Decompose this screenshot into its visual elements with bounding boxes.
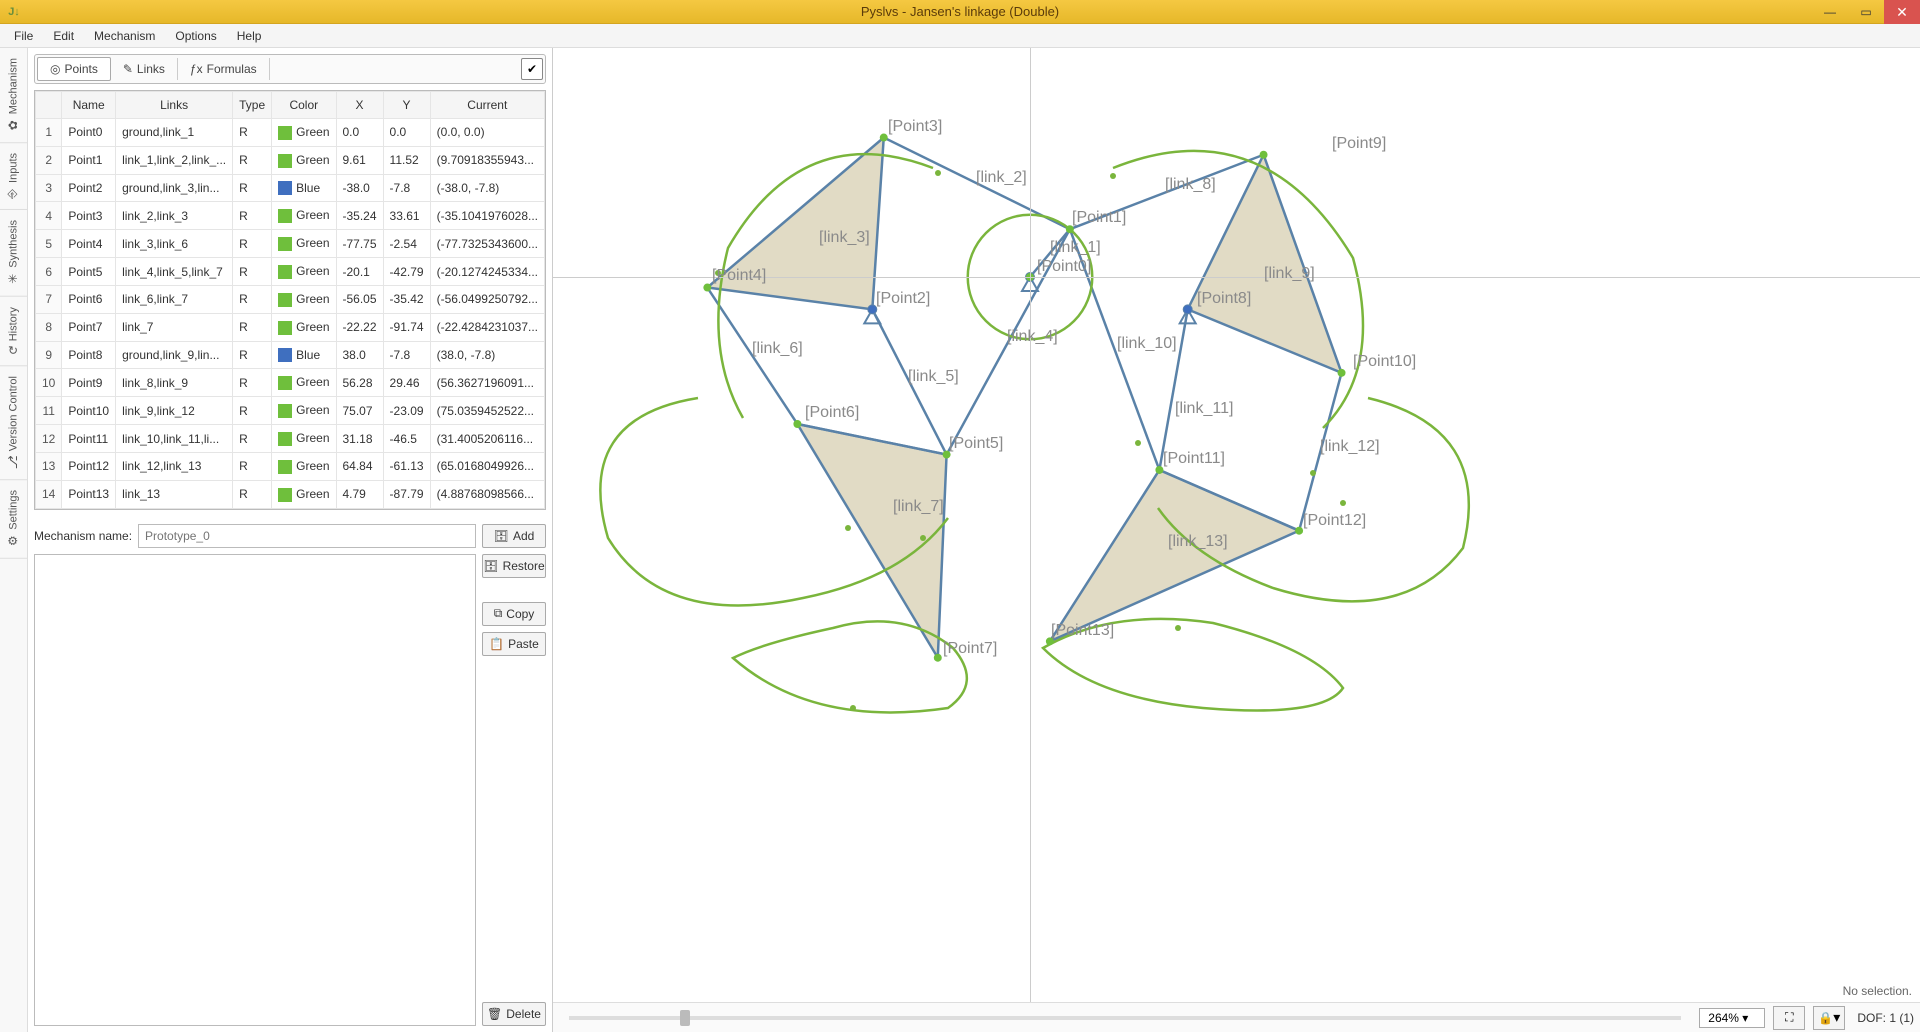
table-row[interactable]: 1Point0ground,link_1RGreen0.00.0(0.0, 0.… [36, 119, 545, 147]
maximize-button[interactable]: ▭ [1848, 0, 1884, 24]
window-controls: — ▭ ✕ [1812, 0, 1920, 24]
status-bar: 264% ▾ ⛶ 🔒▾ DOF: 1 (1) [553, 1002, 1920, 1032]
minimize-button[interactable]: — [1812, 0, 1848, 24]
menu-options[interactable]: Options [165, 26, 226, 46]
canvas-area: [Point0][Point1][Point2][Point3][Point4]… [553, 48, 1920, 1032]
mechanism-canvas[interactable]: [Point0][Point1][Point2][Point3][Point4]… [553, 48, 1920, 1002]
rail-history[interactable]: ↻History [0, 297, 27, 366]
left-rail: ✿Mechanism⎆Inputs✳Synthesis↻History⎇Vers… [0, 48, 28, 1032]
add-button[interactable]: 🗄Add [482, 524, 546, 548]
rail-settings[interactable]: ⚙Settings [0, 480, 27, 559]
app-icon: J↓ [6, 4, 22, 20]
table-row[interactable]: 6Point5link_4,link_5,link_7RGreen-20.1-4… [36, 258, 545, 286]
fit-view-button[interactable]: ⛶ [1773, 1006, 1805, 1030]
lock-icon: 🔒 [1818, 1011, 1833, 1025]
col-x[interactable]: X [336, 92, 383, 119]
mechanism-name-label: Mechanism name: [34, 529, 132, 543]
table-row[interactable]: 8Point7link_7RGreen-22.22-91.74(-22.4284… [36, 313, 545, 341]
restore-icon: 🗄 [483, 559, 498, 573]
expand-icon: ⛶ [1785, 1010, 1793, 1025]
table-row[interactable]: 11Point10link_9,link_12RGreen75.07-23.09… [36, 397, 545, 425]
table-row[interactable]: 3Point2ground,link_3,lin...RBlue-38.0-7.… [36, 174, 545, 202]
col-links[interactable]: Links [116, 92, 233, 119]
table-row[interactable]: 5Point4link_3,link_6RGreen-77.75-2.54(-7… [36, 230, 545, 258]
left-panel: ◎Points✎LinksƒxFormulas ✔ NameLinksTypeCo… [28, 48, 553, 1032]
mechanism-name-input[interactable] [138, 524, 476, 548]
menu-bar: FileEditMechanismOptionsHelp [0, 24, 1920, 48]
table-row[interactable]: 14Point13link_13RGreen4.79-87.79(4.88768… [36, 480, 545, 508]
table-row[interactable]: 7Point6link_6,link_7RGreen-56.05-35.42(-… [36, 285, 545, 313]
points-table[interactable]: NameLinksTypeColorXYCurrent 1Point0groun… [35, 91, 545, 509]
copy-icon: ⧉ [494, 606, 503, 621]
panel-tabs: ◎Points✎LinksƒxFormulas ✔ [34, 54, 546, 84]
rail-mechanism[interactable]: ✿Mechanism [0, 48, 27, 143]
table-row[interactable]: 10Point9link_8,link_9RGreen56.2829.46(56… [36, 369, 545, 397]
points-table-container: NameLinksTypeColorXYCurrent 1Point0groun… [34, 90, 546, 510]
mechanism-name-row: Mechanism name: 🗄Add [34, 524, 546, 548]
paste-icon: 📋 [489, 637, 504, 651]
restore-button[interactable]: 🗄Restore [482, 554, 546, 578]
window-title: Pyslvs - Jansen's linkage (Double) [861, 4, 1059, 19]
rail-inputs[interactable]: ⎆Inputs [0, 143, 27, 210]
confirm-button[interactable]: ✔ [521, 58, 543, 80]
table-row[interactable]: 4Point3link_2,link_3RGreen-35.2433.61(-3… [36, 202, 545, 230]
rail-version-control[interactable]: ⎇Version Control [0, 366, 27, 480]
tab-formulas[interactable]: ƒxFormulas [178, 58, 270, 80]
trash-icon: 🗑 [487, 1007, 502, 1021]
menu-mechanism[interactable]: Mechanism [84, 26, 165, 46]
table-row[interactable]: 2Point1link_1,link_2,link_...RGreen9.611… [36, 146, 545, 174]
col-name[interactable]: Name [62, 92, 116, 119]
table-row[interactable]: 13Point12link_12,link_13RGreen64.84-61.1… [36, 452, 545, 480]
menu-edit[interactable]: Edit [43, 26, 84, 46]
close-button[interactable]: ✕ [1884, 0, 1920, 24]
mechanism-svg [553, 48, 1920, 1002]
menu-file[interactable]: File [4, 26, 43, 46]
tab-links[interactable]: ✎Links [111, 58, 178, 80]
table-row[interactable]: 12Point11link_10,link_11,li...RGreen31.1… [36, 425, 545, 453]
col-color[interactable]: Color [272, 92, 336, 119]
paste-button[interactable]: 📋Paste [482, 632, 546, 656]
selection-status: No selection. [1843, 984, 1912, 998]
col-y[interactable]: Y [383, 92, 430, 119]
tab-points[interactable]: ◎Points [37, 57, 111, 81]
mechanism-list[interactable] [34, 554, 476, 1026]
database-icon: 🗄 [494, 529, 509, 543]
col-type[interactable]: Type [233, 92, 272, 119]
delete-button[interactable]: 🗑Delete [482, 1002, 546, 1026]
copy-button[interactable]: ⧉Copy [482, 602, 546, 626]
rail-synthesis[interactable]: ✳Synthesis [0, 210, 27, 297]
menu-help[interactable]: Help [227, 26, 272, 46]
table-row[interactable]: 9Point8ground,link_9,lin...RBlue38.0-7.8… [36, 341, 545, 369]
zoom-select[interactable]: 264% ▾ [1699, 1008, 1765, 1028]
col-current[interactable]: Current [430, 92, 544, 119]
lock-button[interactable]: 🔒▾ [1813, 1006, 1845, 1030]
title-bar: J↓ Pyslvs - Jansen's linkage (Double) — … [0, 0, 1920, 24]
canvas-slider[interactable] [569, 1016, 1681, 1020]
dof-status: DOF: 1 (1) [1857, 1011, 1914, 1025]
